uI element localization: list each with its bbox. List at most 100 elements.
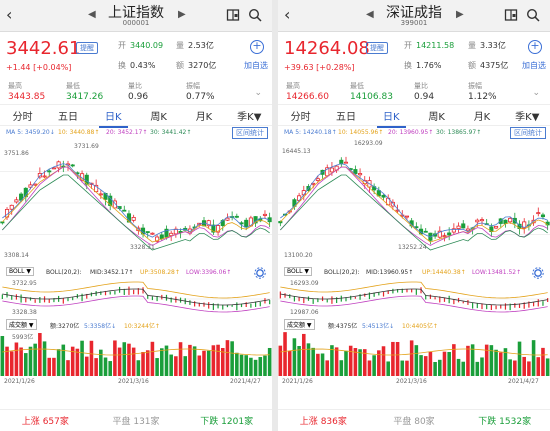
- volume-ma10-line: [280, 348, 548, 356]
- add-watchlist-label[interactable]: 加自选: [244, 60, 268, 71]
- ma-line: [280, 166, 548, 246]
- candle: [343, 161, 349, 164]
- add-watchlist-icon[interactable]: +: [528, 40, 542, 54]
- remind-button[interactable]: 提醒: [366, 42, 388, 54]
- expand-icon[interactable]: ⌄: [532, 88, 540, 98]
- quote-icon[interactable]: [504, 8, 518, 22]
- volume-svg: [278, 332, 550, 376]
- add-watchlist-label[interactable]: 加自选: [522, 60, 546, 71]
- ma-line: [280, 174, 548, 251]
- kline-chart[interactable]: 3751.86 3731.69 3328.31 3308.14: [0, 140, 272, 266]
- volume-bar: [484, 344, 489, 376]
- volume-bar: [311, 347, 315, 376]
- volume-bar: [38, 333, 42, 376]
- tab-five-day[interactable]: 五日: [323, 108, 368, 123]
- boll-up: UP:14440.38↑: [422, 269, 466, 276]
- tab-daily-k[interactable]: 日K: [91, 108, 136, 128]
- next-index-icon[interactable]: ▶: [178, 9, 186, 20]
- boll-lower: [280, 295, 548, 313]
- candle: [0, 221, 5, 224]
- volume-ma5: 5:4513亿↓: [362, 323, 395, 330]
- boll-chart[interactable]: 16293.09 12987.06: [278, 280, 550, 318]
- volume-bar: [84, 356, 89, 376]
- volume-chart[interactable]: 2021/1/26 2021/3/16 2021/4/27: [278, 332, 550, 388]
- volume-bar: [287, 350, 292, 376]
- tab-five-day[interactable]: 五日: [45, 108, 90, 123]
- amplitude-label: 振幅: [468, 82, 482, 90]
- volume-bar: [253, 359, 258, 376]
- volume-chart[interactable]: 5993亿 2021/1/26 2021/3/16 2021/4/27: [0, 332, 272, 388]
- volume-bar: [400, 360, 405, 376]
- amplitude-label: 振幅: [186, 82, 200, 90]
- tab-weekly-k[interactable]: 周K: [414, 108, 459, 123]
- chart-top-label: 3751.86: [4, 150, 29, 157]
- volume-bar: [239, 354, 244, 376]
- volume-bar: [367, 360, 372, 376]
- candle: [150, 232, 155, 235]
- next-index-icon[interactable]: ▶: [456, 9, 464, 20]
- volume-bar: [267, 347, 272, 376]
- ma10-label: 10: 14055.96↑: [338, 129, 384, 136]
- tab-intraday[interactable]: 分时: [0, 108, 45, 123]
- volume-bar: [174, 356, 178, 376]
- boll-select[interactable]: BOLL ▼: [6, 267, 34, 276]
- ma5-label: MA 5: 3459.20↓: [6, 129, 55, 136]
- boll-select[interactable]: BOLL ▼: [284, 267, 312, 276]
- settings-icon[interactable]: [532, 267, 544, 279]
- volume-bar: [113, 340, 117, 376]
- candle: [145, 231, 150, 233]
- add-watchlist-icon[interactable]: +: [250, 40, 264, 54]
- volume-select[interactable]: 成交额 ▼: [6, 319, 37, 330]
- tab-quarterly-k[interactable]: 季K▼: [227, 108, 272, 123]
- ma5-label: MA 5: 14240.18↑: [284, 129, 337, 136]
- price-change: +39.63 [+0.28%]: [284, 63, 355, 72]
- last-price: 14264.08: [284, 38, 370, 59]
- kline-chart[interactable]: 16445.13 16293.09 13252.24 13100.20: [278, 140, 550, 266]
- remind-button[interactable]: 提醒: [76, 42, 98, 54]
- turnover-field: 换 1.76%: [404, 61, 442, 70]
- volume-bar: [47, 357, 52, 376]
- settings-icon[interactable]: [254, 267, 266, 279]
- volume-bar: [489, 345, 494, 376]
- boll-low: LOW:3396.06↑: [186, 269, 232, 276]
- boll-header: BOLL ▼ BOLL(20,2): MID:3452.17↑ UP:3508.…: [0, 266, 272, 280]
- boll-middle: [280, 288, 548, 306]
- tab-monthly-k[interactable]: 月K: [459, 108, 504, 123]
- range-stats-button[interactable]: 区间统计: [510, 127, 546, 139]
- ma-line: [2, 174, 270, 251]
- tab-monthly-k[interactable]: 月K: [181, 108, 226, 123]
- ma-line: [2, 163, 270, 238]
- volume-bar: [258, 357, 263, 376]
- range-stats-button[interactable]: 区间统计: [232, 127, 268, 139]
- candle: [447, 232, 452, 236]
- volume-bar: [211, 345, 216, 376]
- tab-daily-k[interactable]: 日K: [369, 108, 414, 128]
- chart-low-label: 3328.31: [130, 244, 155, 251]
- volume-bar: [386, 361, 390, 376]
- low-value: 3417.26: [66, 92, 104, 102]
- expand-icon[interactable]: ⌄: [254, 88, 262, 98]
- tab-weekly-k[interactable]: 周K: [136, 108, 181, 123]
- quote-icon[interactable]: [226, 8, 240, 22]
- volume-bar: [461, 361, 466, 376]
- search-icon[interactable]: [526, 8, 540, 22]
- boll-label: BOLL(20,2):: [46, 269, 82, 276]
- boll-mid: MID:3452.17↑: [90, 269, 134, 276]
- search-icon[interactable]: [248, 8, 262, 22]
- volume-bar: [249, 357, 253, 376]
- boll-chart[interactable]: 3732.95 3328.38: [0, 280, 272, 318]
- volume-bar: [494, 349, 498, 376]
- volume-ma10: 10:4405亿↑: [402, 323, 438, 330]
- candle: [508, 217, 513, 223]
- volume-bar: [292, 338, 297, 376]
- volume-bar: [61, 344, 66, 376]
- volume-bar: [28, 346, 33, 376]
- tab-quarterly-k[interactable]: 季K▼: [505, 108, 550, 123]
- ma10-label: 10: 3440.88↑: [58, 129, 100, 136]
- volume-bar: [348, 345, 353, 376]
- ma20-label: 20: 13960.95↑: [388, 129, 434, 136]
- candle: [131, 216, 136, 221]
- volume-select[interactable]: 成交额 ▼: [284, 319, 315, 330]
- tab-intraday[interactable]: 分时: [278, 108, 323, 123]
- boll-up: UP:3508.28↑: [140, 269, 180, 276]
